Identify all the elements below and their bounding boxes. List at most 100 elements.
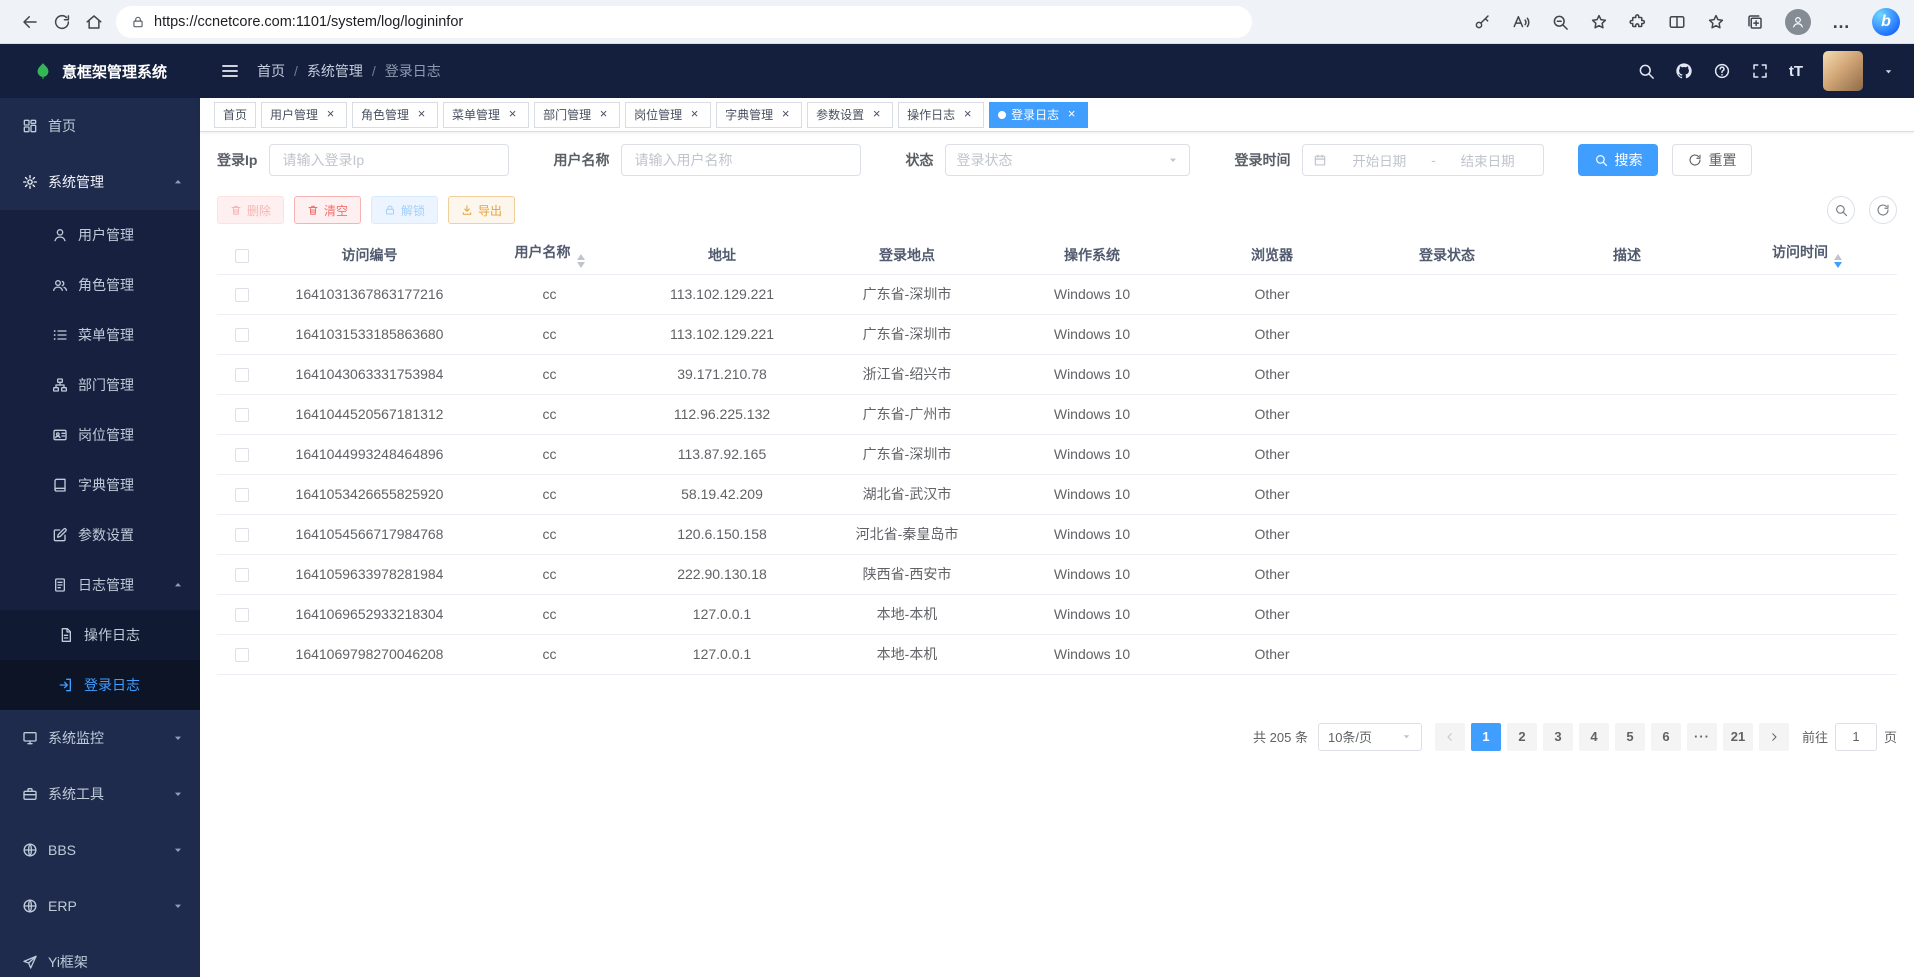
refresh-table-button[interactable] xyxy=(1869,196,1897,224)
sort-icon[interactable] xyxy=(1834,254,1842,269)
tab-close-icon[interactable]: × xyxy=(414,107,429,122)
search-button[interactable]: 搜索 xyxy=(1578,144,1658,176)
more-pages-button[interactable]: ··· xyxy=(1687,723,1717,751)
sort-icon[interactable] xyxy=(577,254,585,269)
chevron-down-icon[interactable] xyxy=(1883,66,1894,77)
sidebar-toggle-button[interactable] xyxy=(220,61,240,81)
sidebar-item-bbs[interactable]: BBS xyxy=(0,822,200,878)
tab-close-icon[interactable]: × xyxy=(869,107,884,122)
favorites-add-icon[interactable] xyxy=(1590,13,1608,31)
login-ip-input[interactable] xyxy=(269,144,509,176)
sidebar-item-system-mgmt[interactable]: 系统管理 xyxy=(0,154,200,210)
header-search-button[interactable] xyxy=(1637,62,1655,80)
browser-refresh-button[interactable] xyxy=(46,6,78,38)
sidebar-item-dict-mgmt[interactable]: 字典管理 xyxy=(0,460,200,510)
sidebar-item-user-mgmt[interactable]: 用户管理 xyxy=(0,210,200,260)
tab-post-mgmt[interactable]: 岗位管理× xyxy=(625,102,711,128)
sidebar-item-yi-framework[interactable]: Yi框架 xyxy=(0,934,200,977)
page-size-select[interactable]: 10条/页 xyxy=(1318,723,1422,751)
delete-button[interactable]: 删除 xyxy=(217,196,284,224)
row-checkbox[interactable] xyxy=(235,488,249,502)
user-name-input[interactable] xyxy=(621,144,861,176)
clear-button[interactable]: 清空 xyxy=(294,196,361,224)
page-button-1[interactable]: 1 xyxy=(1471,723,1501,751)
sidebar-item-param-settings[interactable]: 参数设置 xyxy=(0,510,200,560)
tab-param-settings[interactable]: 参数设置× xyxy=(807,102,893,128)
tab-close-icon[interactable]: × xyxy=(596,107,611,122)
tab-login-log[interactable]: 登录日志× xyxy=(989,102,1088,128)
read-aloud-icon[interactable] xyxy=(1512,13,1530,31)
browser-profile-avatar[interactable] xyxy=(1785,9,1811,35)
favorites-icon[interactable] xyxy=(1707,13,1725,31)
tab-close-icon[interactable]: × xyxy=(1064,107,1079,122)
browser-more-button[interactable]: … xyxy=(1832,13,1851,31)
sidebar-item-log-mgmt[interactable]: 日志管理 xyxy=(0,560,200,610)
tab-dept-mgmt[interactable]: 部门管理× xyxy=(534,102,620,128)
sidebar-item-home[interactable]: 首页 xyxy=(0,98,200,154)
page-button-3[interactable]: 3 xyxy=(1543,723,1573,751)
sidebar-item-menu-mgmt[interactable]: 菜单管理 xyxy=(0,310,200,360)
address-bar[interactable]: https://ccnetcore.com:1101/system/log/lo… xyxy=(116,6,1252,38)
page-button-2[interactable]: 2 xyxy=(1507,723,1537,751)
fullscreen-button[interactable] xyxy=(1751,62,1769,80)
text-size-button[interactable]: tT xyxy=(1789,63,1803,80)
goto-page-input[interactable] xyxy=(1835,723,1877,751)
row-checkbox[interactable] xyxy=(235,648,249,662)
tab-close-icon[interactable]: × xyxy=(778,107,793,122)
tab-user-mgmt[interactable]: 用户管理× xyxy=(261,102,347,128)
breadcrumb-item-2[interactable]: 系统管理 xyxy=(307,61,363,81)
page-button-4[interactable]: 4 xyxy=(1579,723,1609,751)
tab-close-icon[interactable]: × xyxy=(960,107,975,122)
tab-close-icon[interactable]: × xyxy=(505,107,520,122)
next-page-button[interactable] xyxy=(1759,723,1789,751)
show-search-button[interactable] xyxy=(1827,196,1855,224)
page-button-21[interactable]: 21 xyxy=(1723,723,1753,751)
row-checkbox[interactable] xyxy=(235,408,249,422)
sidebar-item-post-mgmt[interactable]: 岗位管理 xyxy=(0,410,200,460)
row-checkbox[interactable] xyxy=(235,288,249,302)
tab-operation-log[interactable]: 操作日志× xyxy=(898,102,984,128)
login-time-range-picker[interactable]: 开始日期 - 结束日期 xyxy=(1302,144,1544,176)
page-button-6[interactable]: 6 xyxy=(1651,723,1681,751)
column-header-user-name[interactable]: 用户名称 xyxy=(472,236,627,274)
sidebar-item-dept-mgmt[interactable]: 部门管理 xyxy=(0,360,200,410)
tab-menu-mgmt[interactable]: 菜单管理× xyxy=(443,102,529,128)
user-avatar[interactable] xyxy=(1823,51,1863,91)
help-button[interactable] xyxy=(1713,62,1731,80)
sidebar-item-login-log[interactable]: 登录日志 xyxy=(0,660,200,710)
select-all-checkbox[interactable] xyxy=(235,249,249,263)
unlock-button[interactable]: 解锁 xyxy=(371,196,438,224)
row-checkbox[interactable] xyxy=(235,328,249,342)
zoom-icon[interactable] xyxy=(1551,13,1569,31)
tab-role-mgmt[interactable]: 角色管理× xyxy=(352,102,438,128)
column-header-access-time[interactable]: 访问时间 xyxy=(1717,236,1897,274)
reset-button[interactable]: 重置 xyxy=(1672,144,1752,176)
sidebar-item-erp[interactable]: ERP xyxy=(0,878,200,934)
sidebar-item-role-mgmt[interactable]: 角色管理 xyxy=(0,260,200,310)
page-button-5[interactable]: 5 xyxy=(1615,723,1645,751)
row-checkbox[interactable] xyxy=(235,368,249,382)
split-screen-icon[interactable] xyxy=(1668,13,1686,31)
export-button[interactable]: 导出 xyxy=(448,196,515,224)
tab-close-icon[interactable]: × xyxy=(323,107,338,122)
sidebar-item-system-tools[interactable]: 系统工具 xyxy=(0,766,200,822)
breadcrumb-item-1[interactable]: 首页 xyxy=(257,61,285,81)
sidebar-item-operation-log[interactable]: 操作日志 xyxy=(0,610,200,660)
prev-page-button[interactable] xyxy=(1435,723,1465,751)
password-key-icon[interactable] xyxy=(1473,13,1491,31)
browser-home-button[interactable] xyxy=(78,6,110,38)
row-checkbox[interactable] xyxy=(235,608,249,622)
browser-back-button[interactable] xyxy=(14,6,46,38)
collections-icon[interactable] xyxy=(1746,13,1764,31)
tab-dict-mgmt[interactable]: 字典管理× xyxy=(716,102,802,128)
tab-home[interactable]: 首页 xyxy=(214,102,256,128)
bing-copilot-icon[interactable]: b xyxy=(1872,8,1900,36)
github-link-button[interactable] xyxy=(1675,62,1693,80)
row-checkbox[interactable] xyxy=(235,568,249,582)
row-checkbox[interactable] xyxy=(235,448,249,462)
row-checkbox[interactable] xyxy=(235,528,249,542)
extensions-icon[interactable] xyxy=(1629,13,1647,31)
status-select[interactable]: 登录状态 xyxy=(945,144,1190,176)
tab-close-icon[interactable]: × xyxy=(687,107,702,122)
sidebar-item-system-monitor[interactable]: 系统监控 xyxy=(0,710,200,766)
